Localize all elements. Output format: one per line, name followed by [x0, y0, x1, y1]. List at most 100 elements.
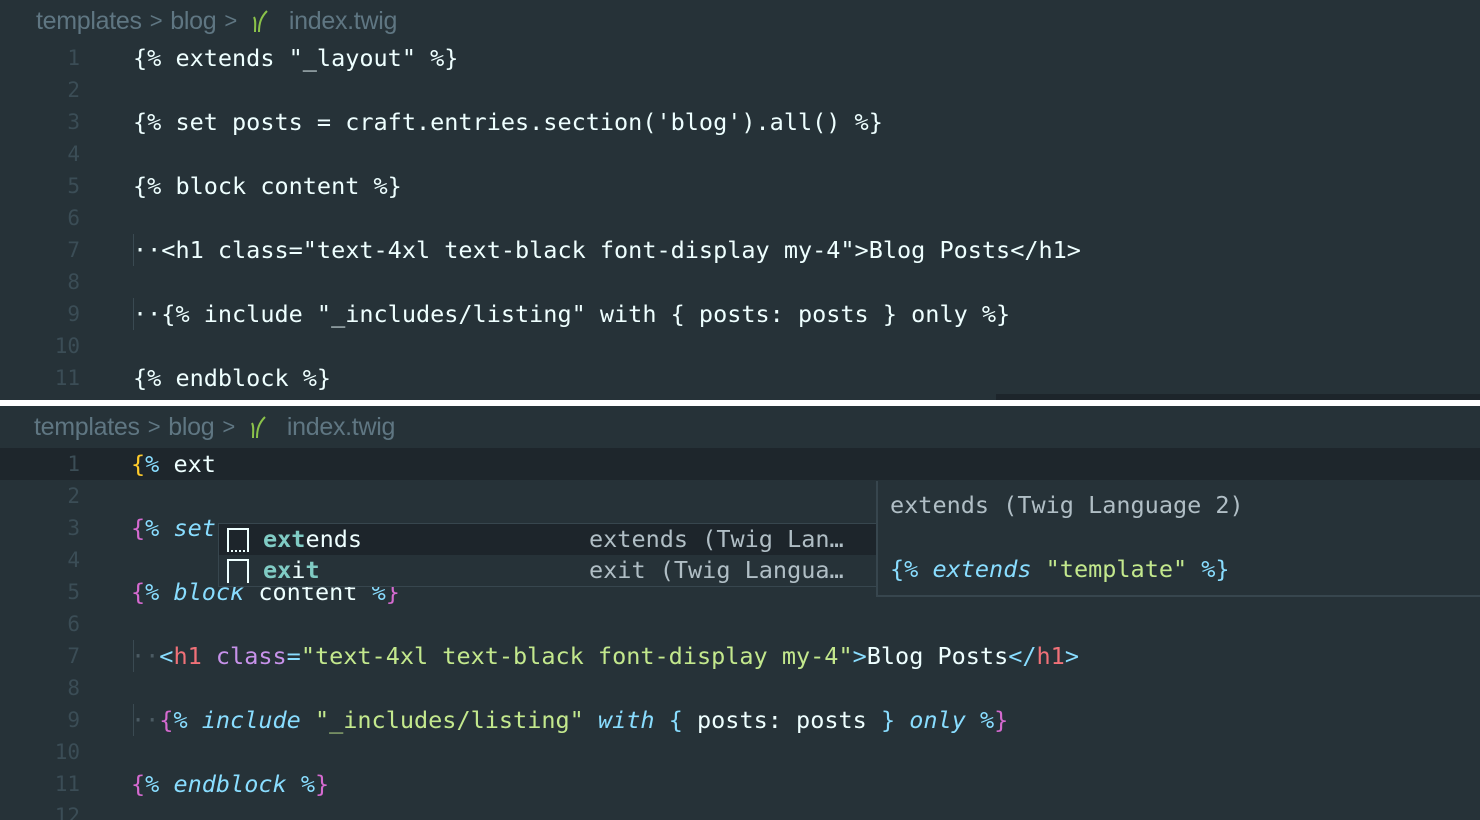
autocomplete-item-extends[interactable]: extends extends (Twig Lan…: [219, 524, 876, 555]
code-line[interactable]: 1 {% ext: [0, 448, 1480, 480]
line-number: 4: [67, 548, 80, 572]
breadcrumb-file[interactable]: index.twig: [289, 7, 397, 36]
autocomplete-item-exit[interactable]: exit exit (Twig Langua…: [219, 555, 876, 586]
breadcrumb-file[interactable]: index.twig: [287, 413, 395, 442]
line-number: 9: [67, 708, 80, 732]
line-text: {% set posts = craft.entries.section('bl…: [133, 106, 883, 138]
breadcrumb-templates[interactable]: templates: [36, 7, 142, 36]
breadcrumb-blog[interactable]: blog: [168, 413, 214, 442]
chevron-right-icon: >: [147, 414, 161, 439]
indent-guide-dots: ··: [133, 300, 162, 328]
doc-snippet: {% extends "template" %}: [890, 555, 1230, 583]
breadcrumb-templates[interactable]: templates: [34, 413, 140, 442]
line-number: 3: [67, 516, 80, 540]
code-token: "_includes/listing": [314, 706, 584, 734]
code-line[interactable]: 11 {% endblock %}: [0, 362, 1480, 394]
code-token: %: [173, 706, 188, 734]
twig-file-icon: [252, 10, 268, 33]
code-line[interactable]: 8: [0, 672, 1480, 704]
breadcrumb: templates > blog > index.twig: [34, 410, 395, 444]
code-line[interactable]: 10: [0, 736, 1480, 768]
code-token: %: [145, 514, 160, 542]
suggestion-detail: exit (Twig Langua…: [589, 556, 844, 584]
code-token: %: [145, 450, 160, 478]
code-token: set: [173, 514, 216, 542]
code-line[interactable]: 9 ··{% include "_includes/listing" with {…: [0, 704, 1480, 736]
code-token: {% include "_includes/listing" with { po…: [161, 300, 1011, 328]
code-token: =: [286, 642, 301, 670]
code-token: <h1 class="text-4xl text-black font-disp…: [161, 236, 1081, 264]
code-token: %: [145, 770, 160, 798]
line-number: 6: [67, 612, 80, 636]
code-token: class: [215, 642, 287, 670]
code-line[interactable]: 12: [0, 800, 1480, 820]
code-line[interactable]: 10: [0, 330, 1480, 362]
code-token: endblock: [173, 770, 287, 798]
indent-guide-dots: ··: [131, 706, 160, 734]
code-line[interactable]: 9 ··{% include "_includes/listing" with {…: [0, 298, 1480, 330]
code-token: >: [1064, 642, 1079, 670]
code-line[interactable]: 4: [0, 138, 1480, 170]
code-line[interactable]: 3 {% set posts = craft.entries.section('b…: [0, 106, 1480, 138]
autocomplete-list: extends extends (Twig Lan… exit exit (Tw…: [218, 523, 877, 587]
line-number: 6: [67, 206, 80, 230]
code-line[interactable]: 7 ··< h1 class="text-4xl text-black font-d…: [0, 640, 1480, 672]
suggestion-documentation: extends (Twig Language 2) {% extends "te…: [876, 481, 1480, 597]
breadcrumb: templates > blog > index.twig: [36, 4, 397, 38]
code-line[interactable]: 6: [0, 608, 1480, 640]
code-token: {: [131, 450, 146, 478]
line-number: 5: [67, 580, 80, 604]
code-token: <: [159, 642, 174, 670]
code-token: {: [131, 578, 146, 606]
line-number: 7: [67, 644, 80, 668]
code-token: extends: [932, 555, 1032, 583]
line-text: {% endblock %}: [131, 768, 329, 800]
code-line[interactable]: 11 {% endblock %}: [0, 768, 1480, 800]
code-token: %: [980, 706, 995, 734]
code-line[interactable]: 2: [0, 74, 1480, 106]
code-token: include: [201, 706, 301, 734]
line-number: 2: [67, 78, 80, 102]
code-area[interactable]: 1 {% extends "_layout" %} 2 3 {% set posts =…: [0, 42, 1480, 394]
code-line[interactable]: 5 {% block content %}: [0, 170, 1480, 202]
code-token: %}: [1187, 555, 1230, 583]
code-token: h1: [1036, 642, 1065, 670]
breadcrumb-blog[interactable]: blog: [170, 7, 216, 36]
code-token: {% extends "_layout" %}: [133, 44, 459, 72]
code-token: "text-4xl text-black font-display my-4": [300, 642, 853, 670]
code-token: only: [909, 706, 966, 734]
code-token: {% block content %}: [133, 172, 402, 200]
suggestion-label: exit: [263, 556, 320, 584]
horizontal-scrollbar[interactable]: [996, 394, 1480, 400]
code-line[interactable]: 7 ··<h1 class="text-4xl text-black font-d…: [0, 234, 1480, 266]
line-number: 10: [54, 740, 80, 764]
code-line[interactable]: 1 {% extends "_layout" %}: [0, 42, 1480, 74]
line-number: 2: [67, 484, 80, 508]
line-text: {% set: [131, 512, 216, 544]
line-text: ··< h1 class="text-4xl text-black font-di…: [131, 640, 1079, 672]
code-token: %: [145, 578, 160, 606]
suggestion-label: extends: [263, 525, 363, 553]
line-number: 1: [67, 46, 80, 70]
code-line[interactable]: 6: [0, 202, 1480, 234]
twig-file-icon: [250, 416, 266, 439]
indent-guide-dots: ··: [133, 236, 162, 264]
code-token: {%: [890, 555, 933, 583]
code-token: {: [131, 514, 146, 542]
code-token: "template": [1045, 555, 1188, 583]
code-line[interactable]: 8: [0, 266, 1480, 298]
line-text: {% endblock %}: [133, 362, 331, 394]
indent-guide-dots: ··: [131, 642, 160, 670]
code-token: {: [668, 706, 683, 734]
line-number: 5: [67, 174, 80, 198]
code-token: </: [1008, 642, 1037, 670]
code-token: Blog Posts: [866, 642, 1009, 670]
